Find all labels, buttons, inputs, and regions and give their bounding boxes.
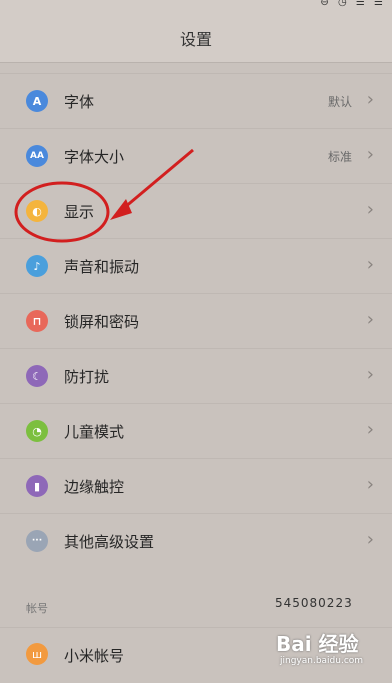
watermark-url: jingyan.baidu.com	[280, 656, 364, 666]
settings-item-label: 其他高级设置	[64, 533, 155, 551]
settings-item-label: 字体大小	[64, 148, 125, 166]
overlay-number: 545080223	[275, 596, 353, 610]
more-icon: ···	[26, 530, 48, 552]
settings-list: A 字体 默认 › AA 字体大小 标准 › ◐ 显示 › ♪ 声音和振动 › …	[0, 73, 392, 568]
settings-item-label: 边缘触控	[64, 478, 125, 496]
settings-item-value: 默认	[327, 95, 352, 109]
page-title: 设置	[179, 30, 212, 49]
settings-item-edge-touch[interactable]: ▮ 边缘触控 ›	[0, 458, 392, 513]
settings-item-label: 儿童模式	[64, 423, 125, 441]
settings-item-lock-screen[interactable]: ⊓ 锁屏和密码 ›	[0, 293, 392, 348]
font-icon: A	[26, 90, 48, 112]
chevron-right-icon: ›	[366, 309, 374, 330]
chevron-right-icon: ›	[366, 529, 374, 550]
settings-item-font-size[interactable]: AA 字体大小 标准 ›	[0, 128, 392, 183]
kids-mode-icon: ◔	[26, 420, 48, 442]
mi-account-icon: ш	[26, 643, 48, 665]
chevron-right-icon: ›	[366, 364, 374, 385]
settings-item-display[interactable]: ◐ 显示 ›	[0, 183, 392, 238]
chevron-right-icon: ›	[366, 144, 374, 165]
lock-icon: ⊓	[26, 310, 48, 332]
chevron-right-icon: ›	[366, 89, 374, 110]
moon-icon: ☾	[26, 365, 48, 387]
font-size-icon: AA	[26, 145, 48, 167]
settings-item-label: 显示	[64, 203, 95, 221]
edge-touch-icon: ▮	[26, 475, 48, 497]
settings-item-kids-mode[interactable]: ◔ 儿童模式 ›	[0, 403, 392, 458]
settings-item-label: 声音和振动	[64, 258, 140, 276]
chevron-right-icon: ›	[366, 199, 374, 220]
chevron-right-icon: ›	[366, 254, 374, 275]
settings-item-font[interactable]: A 字体 默认 ›	[0, 73, 392, 128]
section-label-account: 帐号	[26, 602, 48, 615]
status-bar: ⊖ ◷ ☰ ☰	[0, 0, 392, 12]
baidu-watermark: Bai 经验 jingyan.baidu.com	[270, 620, 380, 672]
settings-item-advanced[interactable]: ··· 其他高级设置 ›	[0, 513, 392, 568]
settings-item-do-not-disturb[interactable]: ☾ 防打扰 ›	[0, 348, 392, 403]
sound-icon: ♪	[26, 255, 48, 277]
chevron-right-icon: ›	[366, 419, 374, 440]
display-icon: ◐	[26, 200, 48, 222]
settings-item-sound[interactable]: ♪ 声音和振动 ›	[0, 238, 392, 293]
settings-item-label: 防打扰	[64, 368, 110, 386]
chevron-right-icon: ›	[366, 474, 374, 495]
status-icons: ⊖ ◷ ☰ ☰	[320, 0, 386, 8]
watermark-text: Bai 经验	[276, 632, 359, 656]
settings-item-label: 锁屏和密码	[64, 313, 140, 331]
settings-item-label: 小米帐号	[64, 647, 125, 665]
header: 设置	[0, 12, 392, 63]
settings-item-value: 标准	[327, 150, 352, 164]
settings-item-label: 字体	[64, 93, 95, 111]
